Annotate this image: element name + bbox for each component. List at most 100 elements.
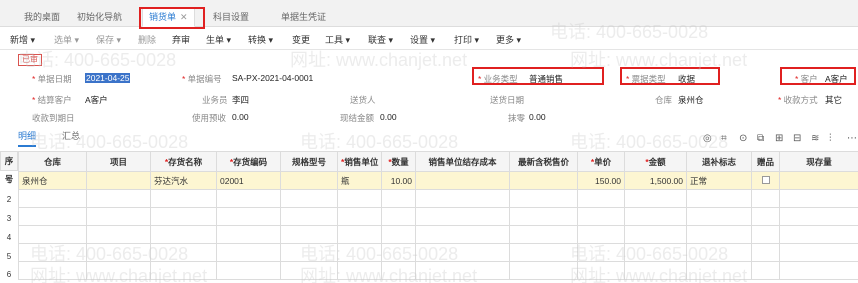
settle-customer-field[interactable]: A客户 [85, 94, 108, 106]
copy-icon[interactable]: ⧉ [757, 133, 764, 144]
table-row[interactable] [18, 243, 858, 262]
cash-amount-field[interactable]: 0.00 [380, 112, 397, 122]
close-icon[interactable]: ✕ [180, 12, 188, 22]
tools-button[interactable]: 工具 ▾ [325, 33, 350, 46]
filter-icon[interactable]: ≋ [811, 133, 819, 144]
col-header-price[interactable]: *单价 [577, 151, 625, 172]
col-header-flag[interactable]: 退补标志 [686, 151, 752, 172]
select-doc-button[interactable]: 选单 ▾ [54, 33, 79, 46]
warehouse-field[interactable]: 泉州仓 [678, 94, 704, 106]
row-number: 4 [6, 233, 12, 242]
row-number-header: 序号 [0, 151, 18, 184]
customer-field[interactable]: A客户 [825, 73, 848, 85]
col-header-gift[interactable]: 赠品 [751, 151, 780, 172]
insert-row-icon[interactable]: ⊞ [775, 133, 783, 144]
row-number: 1 [6, 176, 12, 185]
salesman-field[interactable]: 李四 [232, 94, 249, 106]
cell-warehouse[interactable]: 泉州仓 [18, 171, 87, 190]
doc-no-label: * 单据编号 [182, 74, 222, 84]
col-header-amount[interactable]: *金额 [624, 151, 687, 172]
cell-unit[interactable]: 瓶 [337, 171, 382, 190]
save-button[interactable]: 保存 ▾ [96, 33, 121, 46]
col-header-stock[interactable]: 现存量 [779, 151, 858, 172]
use-prepay-label: 使用预收 [192, 113, 227, 123]
row-number: 2 [6, 195, 12, 204]
payment-method-field[interactable]: 其它 [825, 94, 842, 106]
tab-account-settings[interactable]: 科目设置 [207, 8, 255, 27]
tab-summary[interactable]: 汇总 [62, 129, 80, 142]
due-date-label: 收款到期日 [32, 113, 75, 123]
bill-type-field[interactable]: 收据 [678, 73, 695, 85]
use-prepay-field[interactable]: 0.00 [232, 112, 249, 122]
col-header-cost[interactable]: 销售单位结存成本 [415, 151, 510, 172]
col-header-qty[interactable]: *数量 [381, 151, 416, 172]
col-header-unit[interactable]: *销售单位 [337, 151, 382, 172]
tab-label: 初始化导航 [77, 12, 123, 22]
delete-button[interactable]: 删除 [138, 33, 156, 46]
row-number: 5 [6, 252, 12, 261]
tab-my-desktop[interactable]: 我的桌面 [18, 8, 66, 27]
convert-button[interactable]: 转换 ▾ [248, 33, 273, 46]
salesman-label: 业务员 [202, 95, 228, 105]
cell-spec[interactable] [280, 171, 338, 190]
table-row[interactable] [18, 261, 858, 280]
rounding-label: 抹零 [508, 113, 526, 123]
pin-icon[interactable]: ⊙ [739, 133, 747, 144]
cell-code[interactable]: 02001 [216, 171, 281, 190]
doc-no-field[interactable]: SA-PX-2021-04-0001 [232, 73, 313, 83]
tab-init-guide[interactable]: 初始化导航 [71, 8, 128, 27]
tab-label: 销货单 [149, 12, 177, 22]
row-number: 6 [6, 270, 12, 279]
cell-qty[interactable]: 10.00 [381, 171, 416, 190]
rounding-field[interactable]: 0.00 [529, 112, 546, 122]
cell-flag[interactable]: 正常 [686, 171, 752, 190]
cell-amount[interactable]: 1,500.00 [624, 171, 687, 190]
table-row[interactable] [18, 189, 858, 208]
col-header-project[interactable]: 项目 [86, 151, 151, 172]
bill-type-label: * 票据类型 [626, 74, 666, 84]
cell-price[interactable]: 150.00 [577, 171, 625, 190]
col-header-code[interactable]: *存货编码 [216, 151, 281, 172]
col-header-spec[interactable]: 规格型号 [280, 151, 338, 172]
table-row[interactable] [18, 225, 858, 244]
doc-date-field[interactable]: 2021-04-25 [85, 73, 131, 83]
settings-button[interactable]: 设置 ▾ [410, 33, 435, 46]
status-badge: 已审 [18, 54, 42, 66]
location-icon[interactable]: ◎ [703, 133, 712, 144]
delivery-person-label: 送货人 [350, 95, 376, 105]
table-row[interactable] [18, 207, 858, 226]
tab-label: 科目设置 [213, 12, 250, 22]
table-row[interactable]: 泉州仓 芬达汽水 02001 瓶 10.00 150.00 1,500.00 正… [18, 171, 858, 190]
unapprove-button[interactable]: 弃审 [172, 33, 190, 46]
cell-name[interactable]: 芬达汽水 [150, 171, 217, 190]
generate-button[interactable]: 生单 ▾ [206, 33, 231, 46]
change-button[interactable]: 变更 [292, 33, 310, 46]
cell-cost[interactable] [415, 171, 510, 190]
col-header-warehouse[interactable]: 仓库 [18, 151, 87, 172]
table-header-row: 仓库 项目 *存货名称 *存货编码 规格型号 *销售单位 *数量 销售单位结存成… [18, 151, 858, 172]
scan-icon[interactable]: ⌗ [721, 133, 727, 144]
tab-detail[interactable]: 明细 [18, 129, 37, 147]
cell-latest-price[interactable] [509, 171, 578, 190]
gift-checkbox[interactable] [761, 175, 770, 184]
biz-type-label: * 业务类型 [478, 74, 518, 84]
query-button[interactable]: 联查 ▾ [368, 33, 393, 46]
row-number: 3 [6, 214, 12, 223]
document-tab-bar: 我的桌面 初始化导航 销货单 ✕ 科目设置 单据生凭证 [0, 0, 858, 27]
cell-gift[interactable] [751, 171, 780, 190]
column-settings-icon[interactable]: ⫶ [829, 133, 832, 144]
col-header-latest-price[interactable]: 最新含税售价 [509, 151, 578, 172]
settle-customer-label: * 结算客户 [32, 95, 72, 105]
delete-row-icon[interactable]: ⊟ [793, 133, 801, 144]
more-icon[interactable]: ⋯ [847, 133, 857, 144]
tab-voucher-gen[interactable]: 单据生凭证 [275, 8, 332, 27]
more-button[interactable]: 更多 ▾ [496, 33, 521, 46]
new-button[interactable]: 新增 ▾ [10, 33, 35, 46]
print-button[interactable]: 打印 ▾ [454, 33, 479, 46]
cell-project[interactable] [86, 171, 151, 190]
cell-stock[interactable] [779, 171, 858, 190]
biz-type-field[interactable]: 普通销售 [529, 73, 563, 85]
tab-sales-delivery[interactable]: 销货单 ✕ [142, 7, 195, 27]
col-header-name[interactable]: *存货名称 [150, 151, 217, 172]
delivery-date-label: 送货日期 [490, 95, 525, 105]
